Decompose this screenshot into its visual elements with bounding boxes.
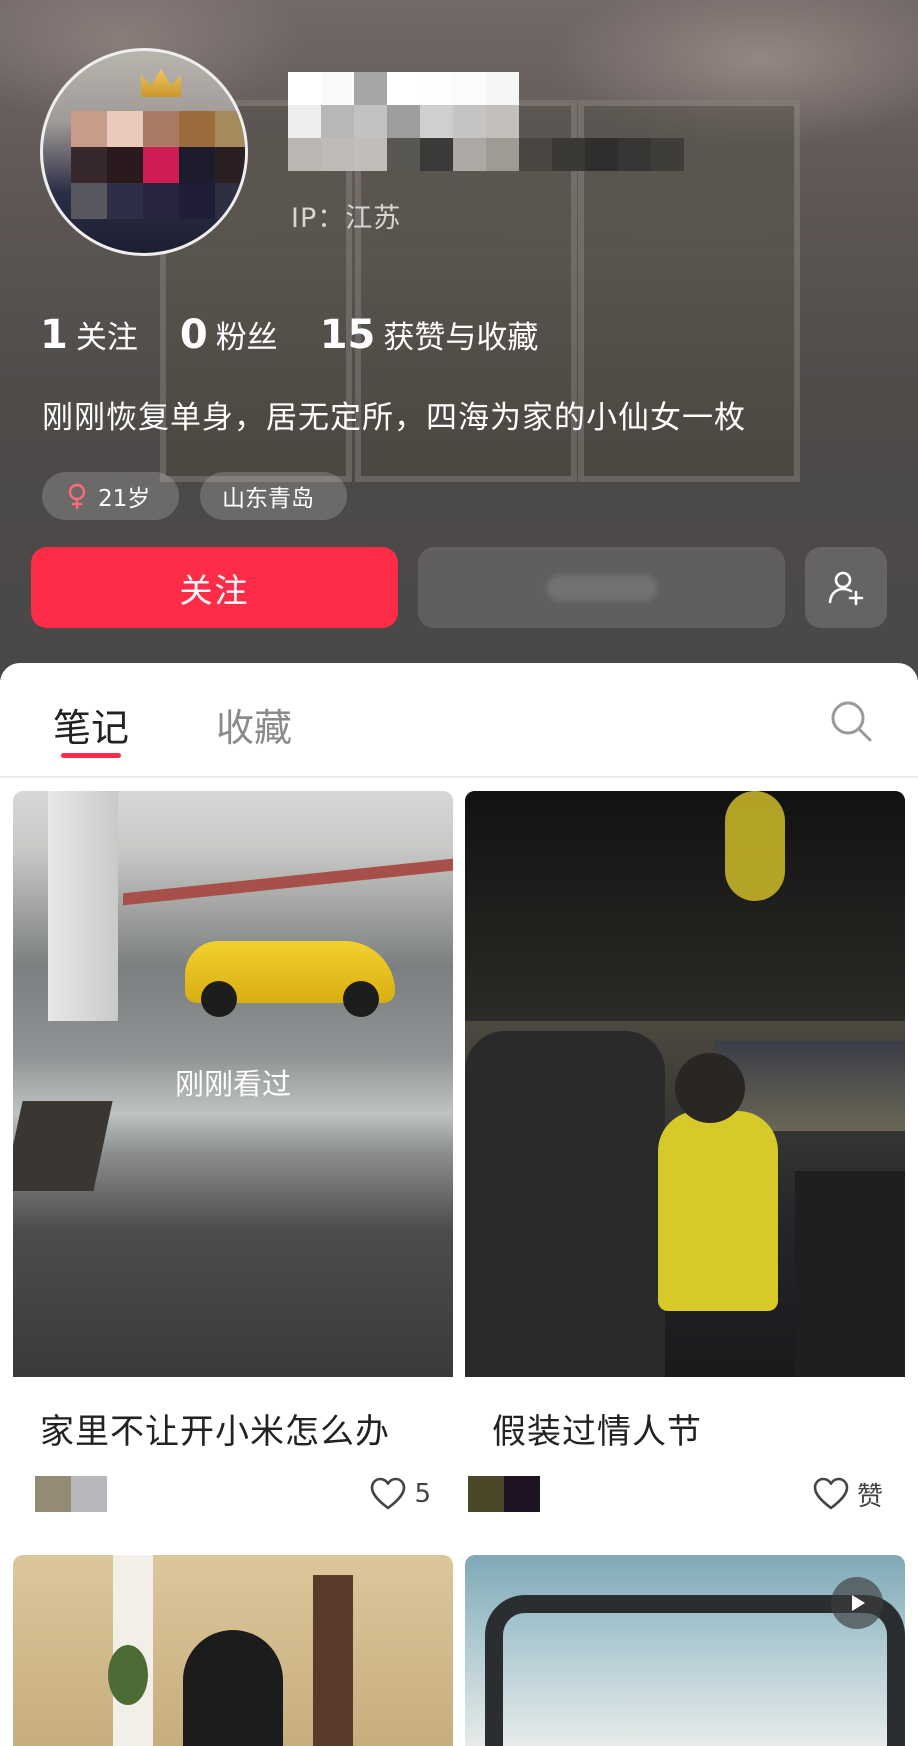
stat-label: 关注: [75, 320, 138, 356]
divider: [0, 776, 918, 778]
profile-header: IP：江苏 1 关注 0 粉丝 15 获赞与收藏 刚刚恢复单身，居无定所，四海为…: [0, 0, 918, 680]
age-tag: 21岁: [42, 472, 179, 520]
recently-viewed-label: 刚刚看过: [174, 1067, 291, 1101]
profile-bio: 刚刚恢复单身，居无定所，四海为家的小仙女一枚: [42, 400, 746, 436]
heart-icon: [813, 1477, 849, 1510]
stat-number: 0: [179, 312, 208, 358]
search-icon[interactable]: [829, 699, 873, 743]
location-text: 山东青岛: [222, 486, 314, 512]
message-button[interactable]: [418, 547, 785, 628]
avatar-mosaic: [71, 111, 245, 219]
tab-collections[interactable]: 收藏: [216, 697, 292, 752]
stat-following[interactable]: 1 关注: [40, 312, 138, 358]
author-avatar-mosaic[interactable]: [468, 1476, 540, 1512]
stat-label: 粉丝: [215, 320, 278, 356]
ip-location: IP：江苏: [291, 203, 402, 234]
stat-label: 获赞与收藏: [383, 320, 539, 356]
note-card[interactable]: [465, 1555, 905, 1746]
video-badge: [831, 1577, 883, 1629]
author-avatar-mosaic[interactable]: [35, 1476, 107, 1512]
note-card[interactable]: [13, 1555, 453, 1746]
location-tag: 山东青岛: [200, 472, 347, 520]
like-count: 赞: [856, 1481, 883, 1512]
active-tab-indicator: [61, 753, 121, 758]
tab-notes[interactable]: 笔记: [53, 697, 129, 752]
crown-decoration: [141, 69, 181, 97]
follow-button[interactable]: 关注: [31, 547, 398, 628]
stat-number: 1: [40, 312, 68, 358]
note-card[interactable]: 刚刚看过 家里不让开小米怎么办 5: [13, 791, 453, 1521]
add-friend-button[interactable]: [805, 547, 887, 628]
stat-likes-collections[interactable]: 15 获赞与收藏: [320, 312, 539, 358]
add-user-icon: [828, 571, 864, 605]
play-icon: [852, 1595, 865, 1611]
like-button[interactable]: 赞: [813, 1476, 883, 1512]
username-mosaic: [288, 72, 684, 171]
blurred-label: [546, 574, 657, 601]
note-footer: 5: [13, 1476, 453, 1512]
note-thumbnail: 刚刚看过: [13, 791, 453, 1377]
note-thumbnail: [465, 791, 905, 1377]
profile-stats: 1 关注 0 粉丝 15 获赞与收藏: [40, 312, 580, 362]
note-title: 假装过情人节: [492, 1412, 702, 1452]
like-count: 5: [414, 1479, 431, 1509]
note-title: 家里不让开小米怎么办: [40, 1412, 390, 1452]
age-text: 21岁: [98, 486, 151, 512]
note-thumbnail: [13, 1555, 453, 1746]
heart-icon: [371, 1477, 406, 1510]
note-card[interactable]: 假装过情人节 赞: [465, 791, 905, 1521]
stat-number: 15: [319, 312, 376, 358]
like-button[interactable]: 5: [370, 1476, 431, 1512]
stat-followers[interactable]: 0 粉丝: [180, 312, 278, 358]
female-icon: [68, 483, 86, 509]
avatar[interactable]: [40, 48, 248, 256]
note-footer: 赞: [465, 1476, 905, 1512]
